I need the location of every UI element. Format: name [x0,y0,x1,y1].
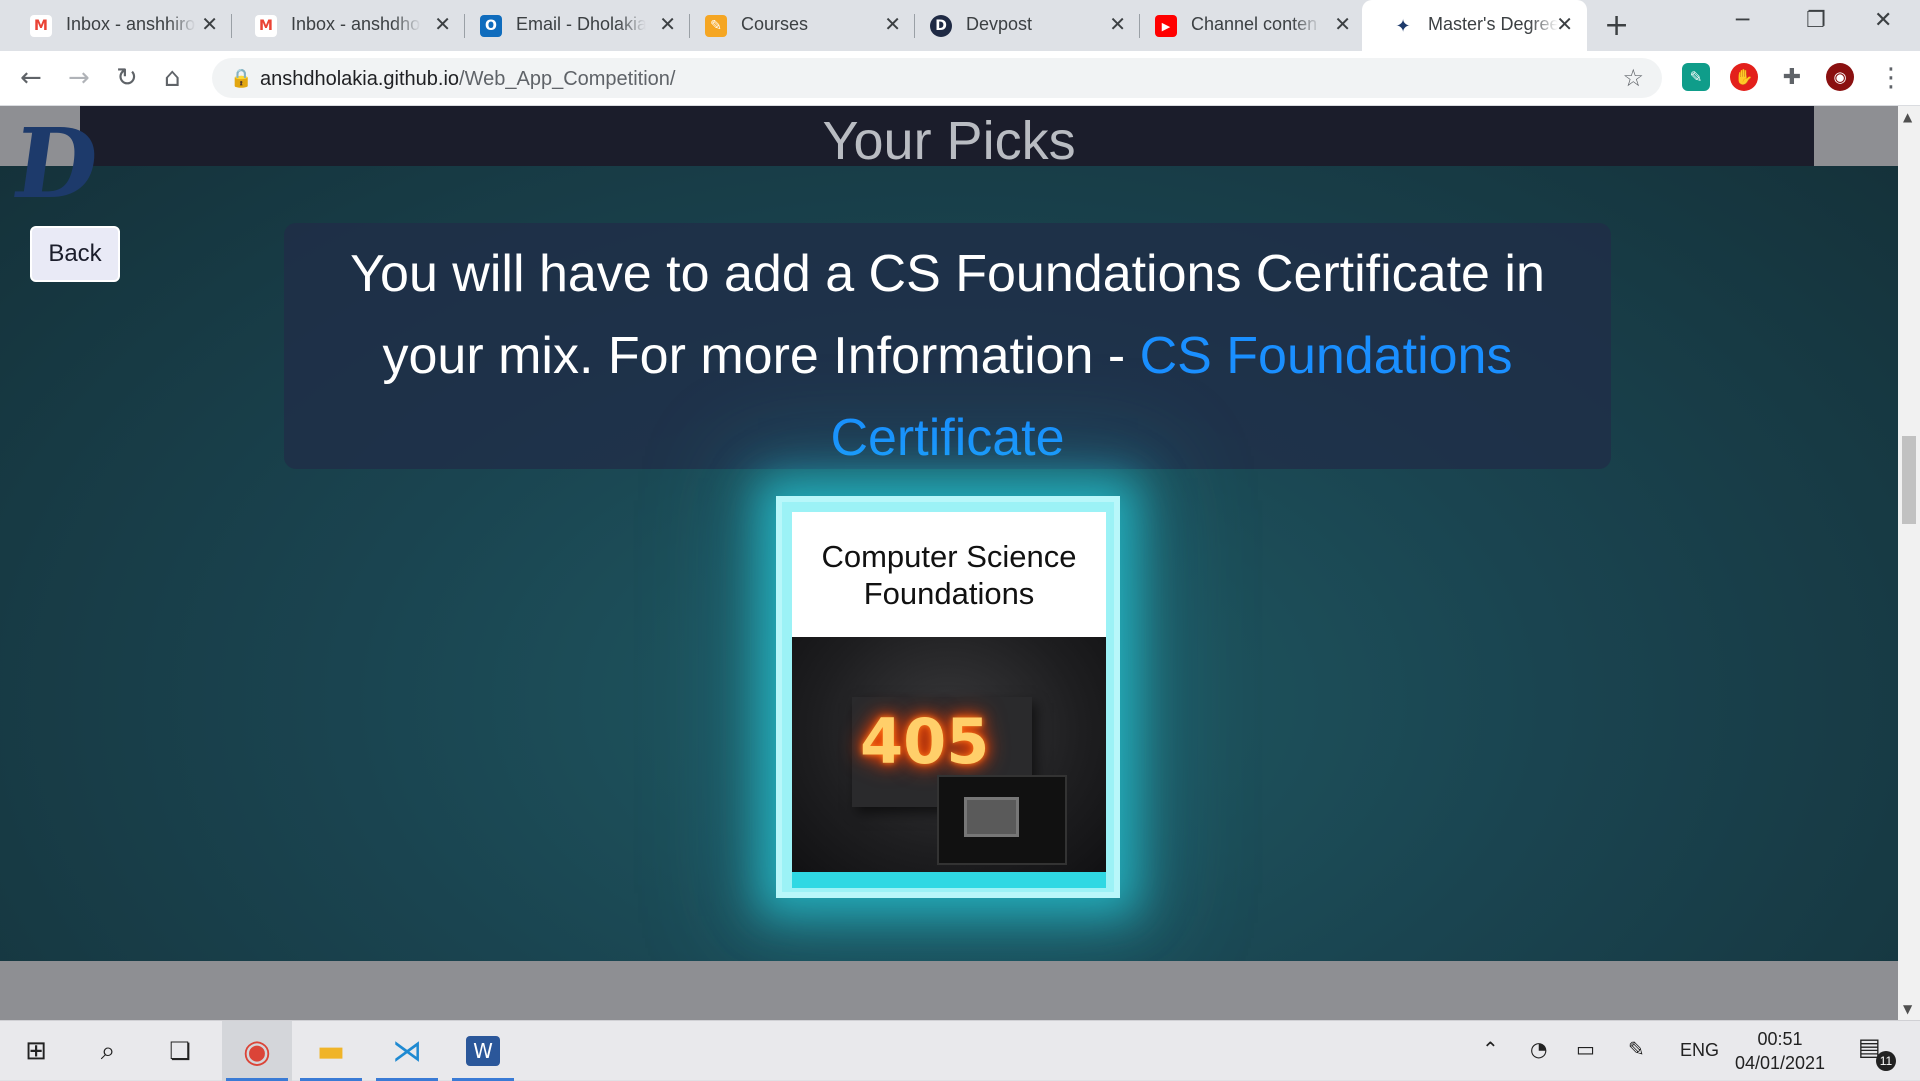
url-path: /Web_App_Competition/ [459,68,676,90]
pencil-icon: ✎ [705,15,727,37]
course-card-footer [792,872,1106,888]
scroll-up-icon[interactable]: ▲ [1903,110,1912,124]
forward-arrow-icon[interactable]: → [68,63,90,93]
close-icon[interactable]: ✕ [1556,12,1573,36]
scroll-thumb[interactable] [1902,436,1916,524]
pen-icon[interactable]: ✎ [1628,1037,1645,1061]
window-close-icon[interactable]: ✕ [1874,8,1892,33]
word-icon: W [466,1036,500,1066]
tray-chevron-up-icon[interactable]: ⌃ [1482,1037,1499,1061]
chrome-taskbar-button[interactable]: ◉ [222,1021,292,1081]
tab-inbox-1[interactable]: M Inbox - anshhiro ✕ [0,0,232,51]
close-icon[interactable]: ✕ [201,12,218,36]
eagle-icon: ✦ [1392,15,1414,37]
browser-toolbar: ← → ↻ ⌂ 🔒 anshdholakia.github.io/Web_App… [0,51,1920,106]
tab-title: Email - Dholakia [516,14,646,34]
vscode-icon: ⋊ [392,1033,422,1069]
close-icon[interactable]: ✕ [659,12,676,36]
neon-number: 405 [860,705,990,778]
system-clock[interactable]: 00:51 04/01/2021 [1720,1027,1840,1075]
adblock-icon[interactable]: ✋ [1730,63,1758,91]
battery-icon[interactable]: ▭ [1576,1037,1595,1061]
restore-icon[interactable]: ❐ [1806,8,1826,33]
tab-title: Devpost [966,14,1033,34]
home-icon[interactable]: ⌂ [164,63,181,93]
bookmark-star-icon[interactable]: ☆ [1622,64,1644,92]
wifi-icon[interactable]: ◔ [1530,1037,1547,1061]
close-icon[interactable]: ✕ [884,12,901,36]
close-icon[interactable]: ✕ [434,12,451,36]
clock-time: 00:51 [1757,1029,1803,1049]
tab-email[interactable]: O Email - Dholakia ✕ [450,0,690,51]
close-icon[interactable]: ✕ [1109,12,1126,36]
file-explorer-taskbar-button[interactable]: ▬ [296,1021,366,1081]
tab-title: Inbox - anshdho [291,14,421,34]
youtube-icon: ▶ [1155,15,1177,37]
certificate-notice: You will have to add a CS Foundations Ce… [284,223,1611,469]
windows-start-icon[interactable]: ⊞ [18,1033,54,1069]
course-card-title: Computer Science Foundations [792,512,1106,637]
tab-title: Master's Degree [1428,14,1558,34]
devpost-icon: D [930,15,952,37]
tab-title: Channel conten [1191,14,1318,34]
course-card[interactable]: Computer Science Foundations 405 [776,496,1120,898]
new-tab-icon[interactable]: + [1604,8,1629,43]
word-taskbar-button[interactable]: W [448,1021,518,1081]
tab-inbox-2[interactable]: M Inbox - anshdho ✕ [225,0,465,51]
back-button[interactable]: Back [30,226,120,282]
extension-edit-icon[interactable]: ✎ [1682,63,1710,91]
course-card-image: 405 [792,637,1106,872]
minimize-icon[interactable]: ─ [1736,8,1749,33]
wall-panel [964,797,1019,837]
profile-avatar[interactable]: ◉ [1826,63,1854,91]
page-scrollbar[interactable]: ▲ ▼ [1898,106,1920,1020]
outlook-icon: O [480,15,502,37]
address-bar[interactable]: 🔒 anshdholakia.github.io/Web_App_Competi… [212,58,1662,98]
folder-icon: ▬ [316,1033,346,1069]
tab-strip: M Inbox - anshhiro ✕ M Inbox - anshdho ✕… [0,0,1920,51]
vscode-taskbar-button[interactable]: ⋊ [372,1021,442,1081]
tab-title: Inbox - anshhiro [66,14,196,34]
clock-date: 04/01/2021 [1734,1053,1826,1073]
tab-courses[interactable]: ✎ Courses ✕ [675,0,915,51]
page-title: Your Picks [822,111,1076,171]
notification-count-badge: 11 [1876,1051,1896,1071]
tab-title: Courses [741,14,809,34]
windows-taskbar: ⊞ ⌕ ❏ ◉ ▬ ⋊ W ⌃ ◔ ▭ ✎ ENG 00:51 04/01/20… [0,1020,1920,1081]
lock-icon[interactable]: 🔒 [230,68,252,89]
task-view-icon[interactable]: ❏ [162,1033,198,1069]
tab-devpost[interactable]: D Devpost ✕ [900,0,1140,51]
back-arrow-icon[interactable]: ← [20,63,42,93]
page-viewport: Your Picks D Back You will have to add a… [0,106,1898,1020]
scroll-down-icon[interactable]: ▼ [1903,1002,1912,1016]
language-indicator[interactable]: ENG [1680,1040,1719,1061]
close-icon[interactable]: ✕ [1334,12,1351,36]
university-logo-icon: D [6,107,106,220]
url-text: anshdholakia.github.io/Web_App_Competiti… [260,68,675,91]
page-header: Your Picks [0,106,1898,171]
tab-masters-degree[interactable]: ✦ Master's Degree ✕ [1362,0,1587,51]
url-host: anshdholakia.github.io [260,68,460,90]
page-footer [0,961,1898,1020]
search-icon[interactable]: ⌕ [90,1033,126,1069]
chrome-icon: ◉ [243,1032,271,1070]
extensions-puzzle-icon[interactable]: ✚ [1778,63,1806,91]
reload-icon[interactable]: ↻ [116,63,138,93]
gmail-icon: M [255,15,277,37]
wall-box [937,775,1067,865]
menu-dots-icon[interactable]: ⋮ [1878,63,1904,93]
gmail-icon: M [30,15,52,37]
tab-youtube[interactable]: ▶ Channel conten ✕ [1125,0,1365,51]
